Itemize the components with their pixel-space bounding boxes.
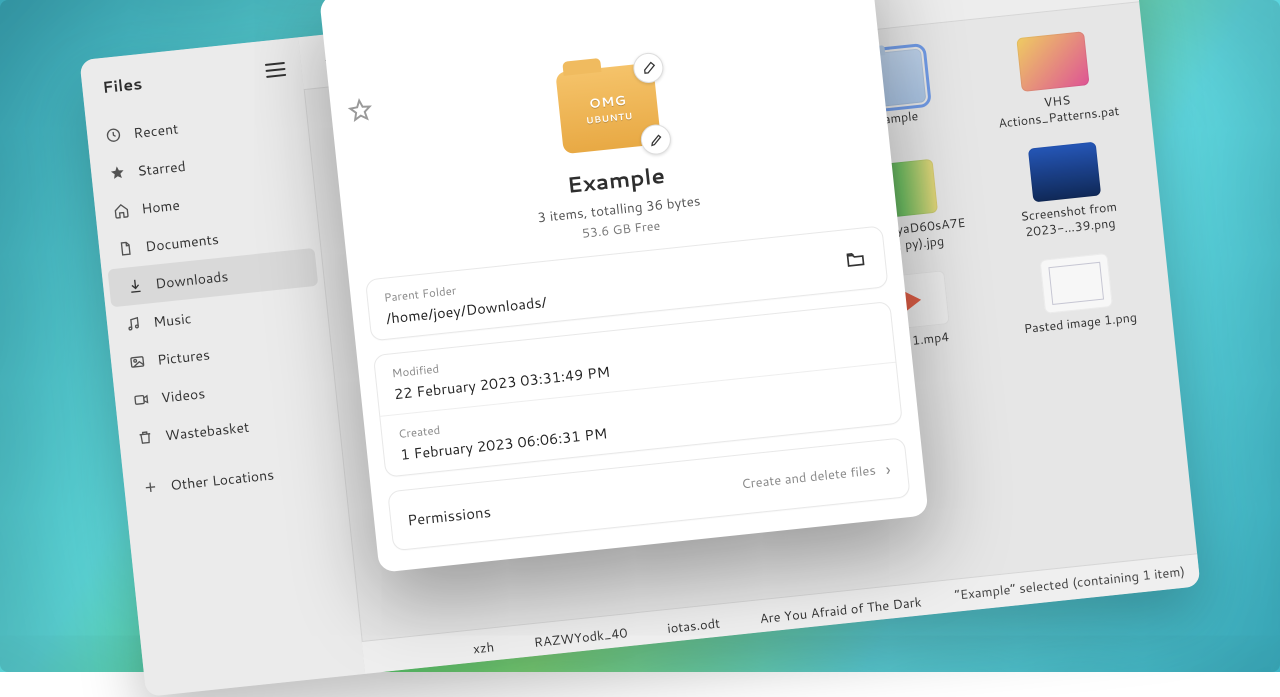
file-thumbnail	[1040, 252, 1113, 313]
item-name: Example	[566, 160, 667, 201]
sidebar-item-label: Starred	[136, 156, 186, 181]
permissions-value: Create and delete files	[740, 461, 876, 493]
eraser-icon	[640, 60, 656, 76]
sidebar-item-label: Videos	[160, 383, 206, 407]
folder-brand-label: OMG UBUNTU	[583, 90, 633, 126]
trash-icon	[136, 429, 154, 447]
sidebar-item-label: Downloads	[154, 266, 229, 294]
home-icon	[113, 202, 131, 220]
plus-icon	[142, 478, 160, 496]
sidebar-item-label: Other Locations	[169, 464, 275, 495]
permissions-label: Permissions	[406, 500, 492, 530]
music-icon	[125, 315, 143, 333]
folder-large-icon: OMG UBUNTU	[555, 62, 661, 154]
grid-item-file[interactable]: Pasted image 1.png	[993, 242, 1161, 346]
picture-icon	[129, 353, 147, 371]
clock-icon	[105, 126, 123, 144]
app-title: Files	[101, 72, 143, 99]
grid-item-label: xzh	[472, 638, 495, 658]
grid-item-file[interactable]: Screenshot from 2023-…39.png	[982, 131, 1152, 250]
file-thumbnail	[1016, 31, 1089, 92]
file-thumbnail	[1028, 142, 1101, 203]
download-icon	[127, 277, 145, 295]
star-icon	[109, 164, 127, 182]
favorite-star-button[interactable]	[346, 96, 375, 125]
hamburger-menu-icon[interactable]	[264, 58, 286, 80]
star-outline-icon	[346, 96, 375, 125]
video-icon	[132, 391, 150, 409]
sidebar-item-label: Recent	[132, 118, 179, 143]
sidebar-item-label: Home	[140, 195, 180, 219]
properties-dialog: OMG UBUNTU Example 3 items, totalling 36…	[319, 0, 928, 573]
sidebar-item-label: Pictures	[156, 344, 211, 369]
sidebar-item-label: Documents	[144, 229, 220, 257]
open-folder-icon	[845, 248, 867, 270]
sidebar-item-label: Music	[152, 308, 192, 332]
grid-item-label: Screenshot from 2023-…39.png	[994, 197, 1144, 244]
sidebar-item-label: Wastebasket	[164, 417, 250, 446]
document-icon	[117, 240, 135, 258]
grid-item-label: VHS Actions_Patterns.pat	[983, 87, 1133, 134]
grid-item-file[interactable]: VHS Actions_Patterns.pat	[970, 20, 1140, 139]
chevron-right-icon: ›	[884, 456, 892, 482]
open-parent-button[interactable]	[841, 245, 870, 274]
grid-item-label: Pasted image 1.png	[1023, 310, 1138, 337]
pencil-icon	[648, 131, 664, 147]
edit-icon-button[interactable]	[639, 123, 672, 156]
